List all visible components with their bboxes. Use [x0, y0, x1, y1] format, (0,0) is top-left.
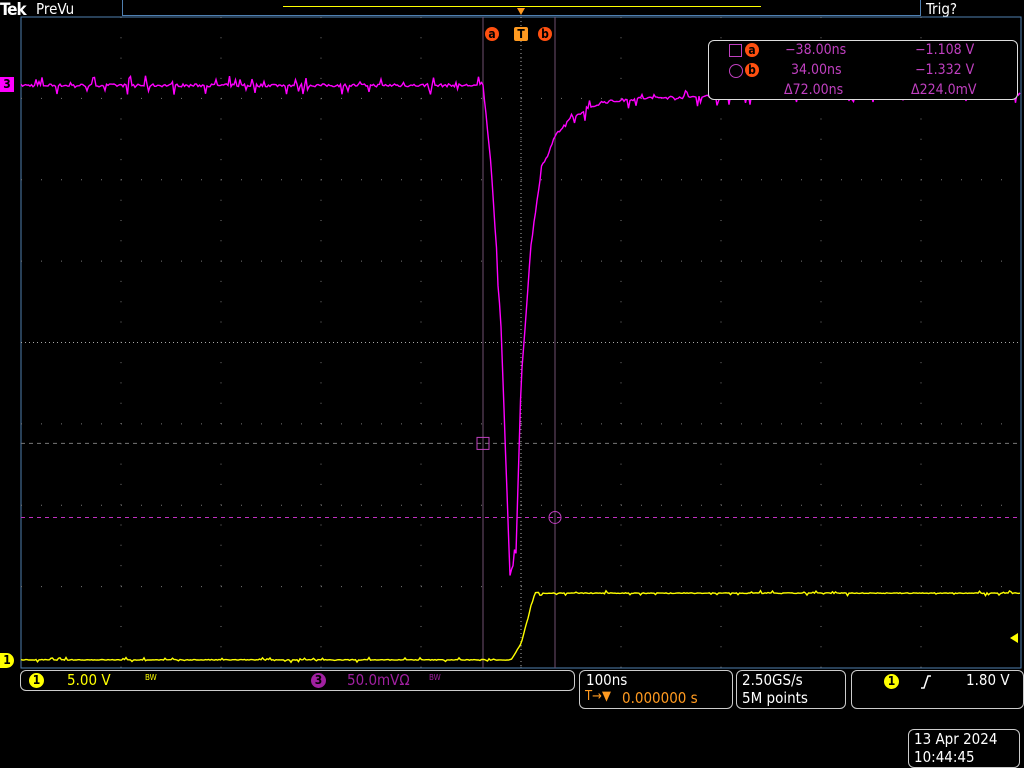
ch3-bandwidth-limit: BW [429, 673, 441, 682]
ch1-badge[interactable]: 1 [29, 673, 44, 688]
trigger-level-marker-icon [1010, 633, 1018, 643]
cursor-a-label: a [745, 43, 759, 57]
date: 13 Apr 2024 [914, 730, 998, 748]
cursor-b-label: b [745, 63, 759, 77]
time: 10:44:45 [914, 748, 975, 766]
trigger-source-badge[interactable]: 1 [884, 674, 899, 689]
rising-edge-icon [921, 675, 931, 689]
cursor-b-time: 34.00ns [791, 62, 842, 78]
trigger-position-marker[interactable]: T [514, 23, 528, 42]
cursor-a-marker[interactable]: a [485, 23, 499, 42]
cursor-readout: a −38.00ns −1.108 V b 34.00ns −1.332 V Δ… [708, 40, 1018, 100]
cursor-a-value: −1.108 V [915, 42, 975, 58]
record-length: 5M points [742, 689, 808, 707]
ch3-scale[interactable]: 50.0mVΩ [347, 671, 410, 689]
ch1-bandwidth-limit: BW [145, 673, 157, 682]
trigger-position-icon: T→▼ [585, 689, 611, 704]
channel-settings-bar[interactable]: 1 5.00 V BW 3 50.0mVΩ BW [20, 670, 575, 691]
cursor-delta-value: Δ224.0mV [911, 82, 977, 98]
trigger-arrow-icon [517, 8, 525, 15]
circle-icon [729, 64, 743, 78]
acquisition-panel[interactable]: 2.50GS/s 5M points [736, 670, 846, 709]
horizontal-scale[interactable]: 100ns [586, 671, 627, 689]
ch1-scale[interactable]: 5.00 V [67, 671, 111, 689]
cursor-delta-time: Δ72.00ns [784, 82, 844, 98]
cursor-b-marker[interactable]: b [538, 23, 552, 42]
datetime-panel: 13 Apr 2024 10:44:45 [908, 729, 1020, 768]
sample-rate: 2.50GS/s [742, 671, 803, 689]
ch3-badge[interactable]: 3 [311, 673, 326, 688]
horizontal-position[interactable]: 0.000000 s [622, 689, 698, 707]
trigger-panel[interactable]: 1 1.80 V [851, 670, 1024, 709]
trigger-level[interactable]: 1.80 V [966, 671, 1010, 689]
cursor-a-time: −38.00ns [785, 42, 847, 58]
cursor-b-value: −1.332 V [915, 62, 975, 78]
timebase-panel[interactable]: 100ns T→▼ 0.000000 s [579, 670, 733, 709]
ch3-ground-marker[interactable]: 3 [0, 77, 14, 92]
waveform-display [20, 8, 1022, 669]
square-icon [729, 44, 742, 57]
